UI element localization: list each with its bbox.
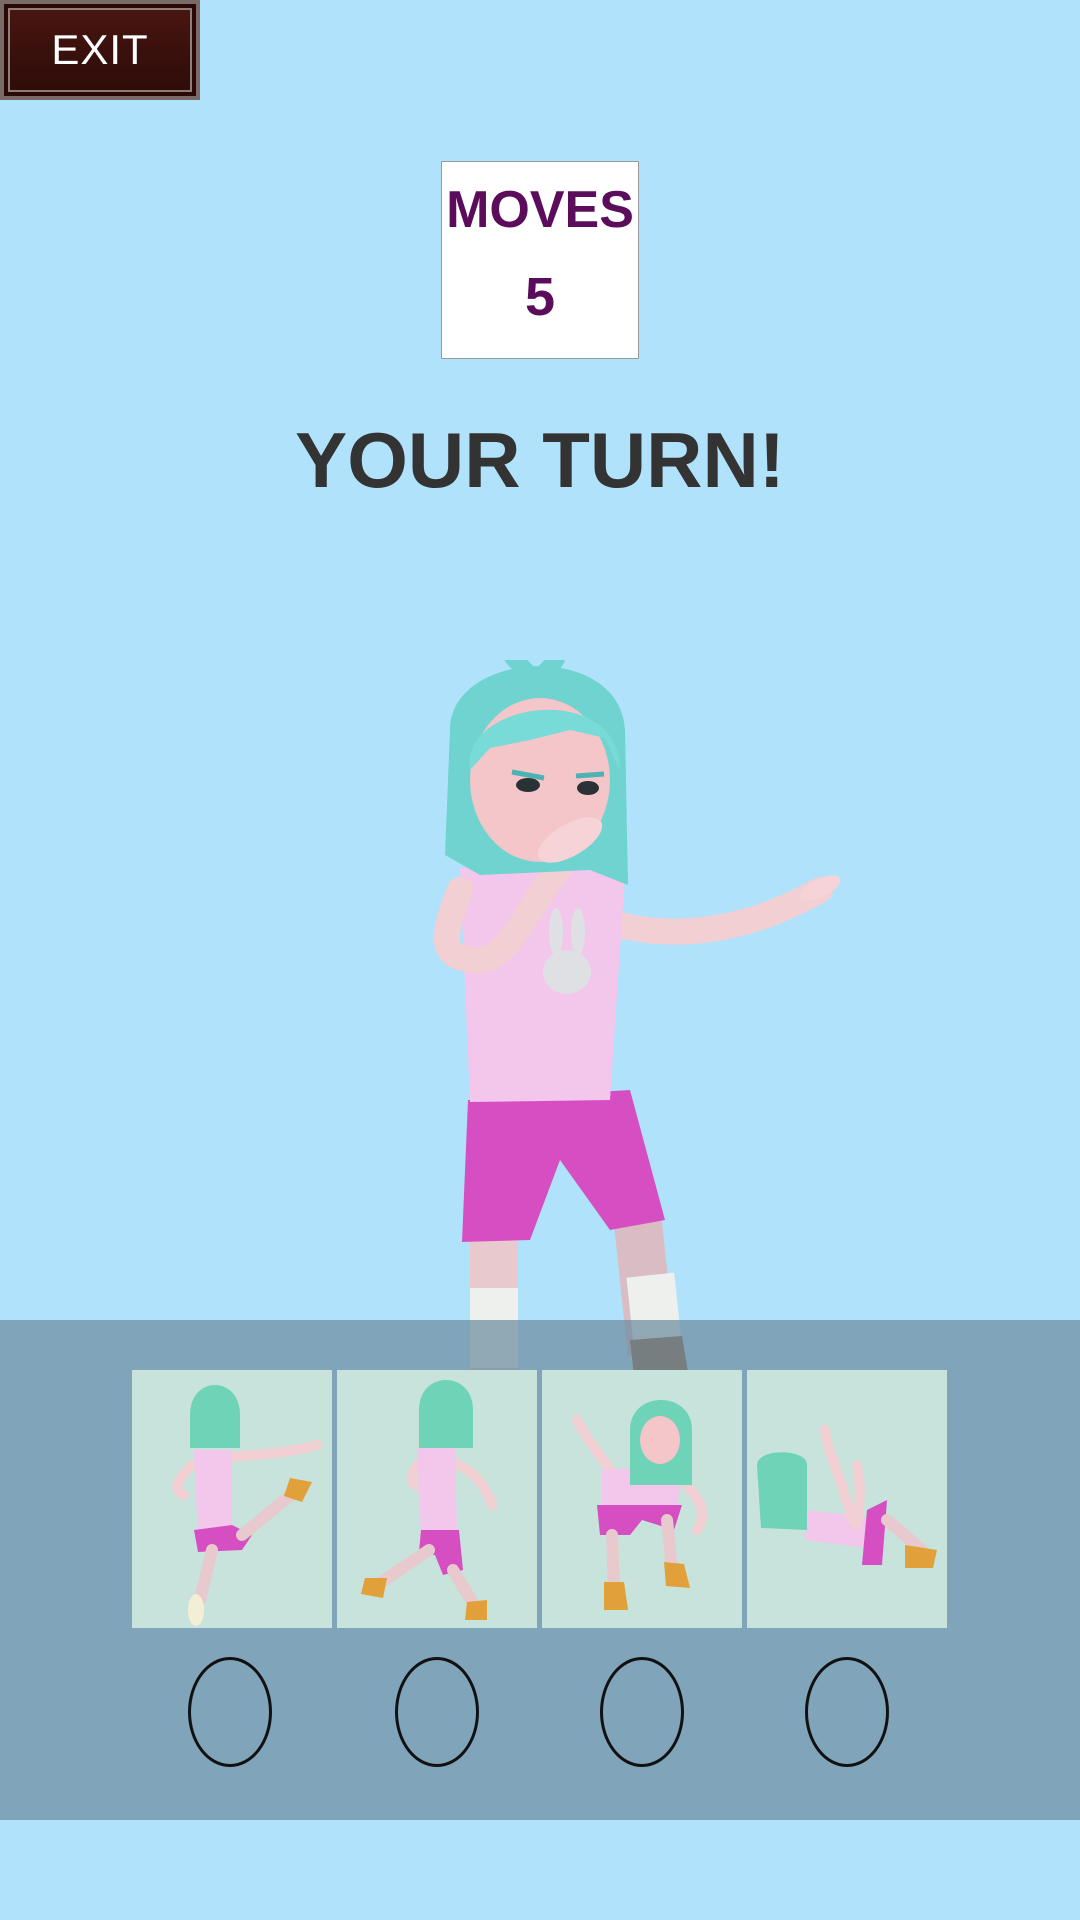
move-card-fall[interactable] — [747, 1370, 947, 1628]
moves-label: MOVES — [446, 181, 634, 239]
move-card-kick[interactable] — [132, 1370, 332, 1628]
answer-slot-3[interactable] — [600, 1657, 684, 1767]
turn-indicator: YOUR TURN! — [295, 416, 785, 504]
moves-counter: MOVES 5 — [441, 161, 639, 359]
moves-value: 5 — [524, 267, 556, 327]
exit-button[interactable]: EXIT — [0, 0, 200, 100]
move-card-step[interactable] — [337, 1370, 537, 1628]
answer-slot-1[interactable] — [188, 1657, 272, 1767]
dancer-character — [434, 660, 841, 1376]
answer-slot-2[interactable] — [395, 1657, 479, 1767]
move-card-crouch[interactable] — [542, 1370, 742, 1628]
answer-slot-4[interactable] — [805, 1657, 889, 1767]
